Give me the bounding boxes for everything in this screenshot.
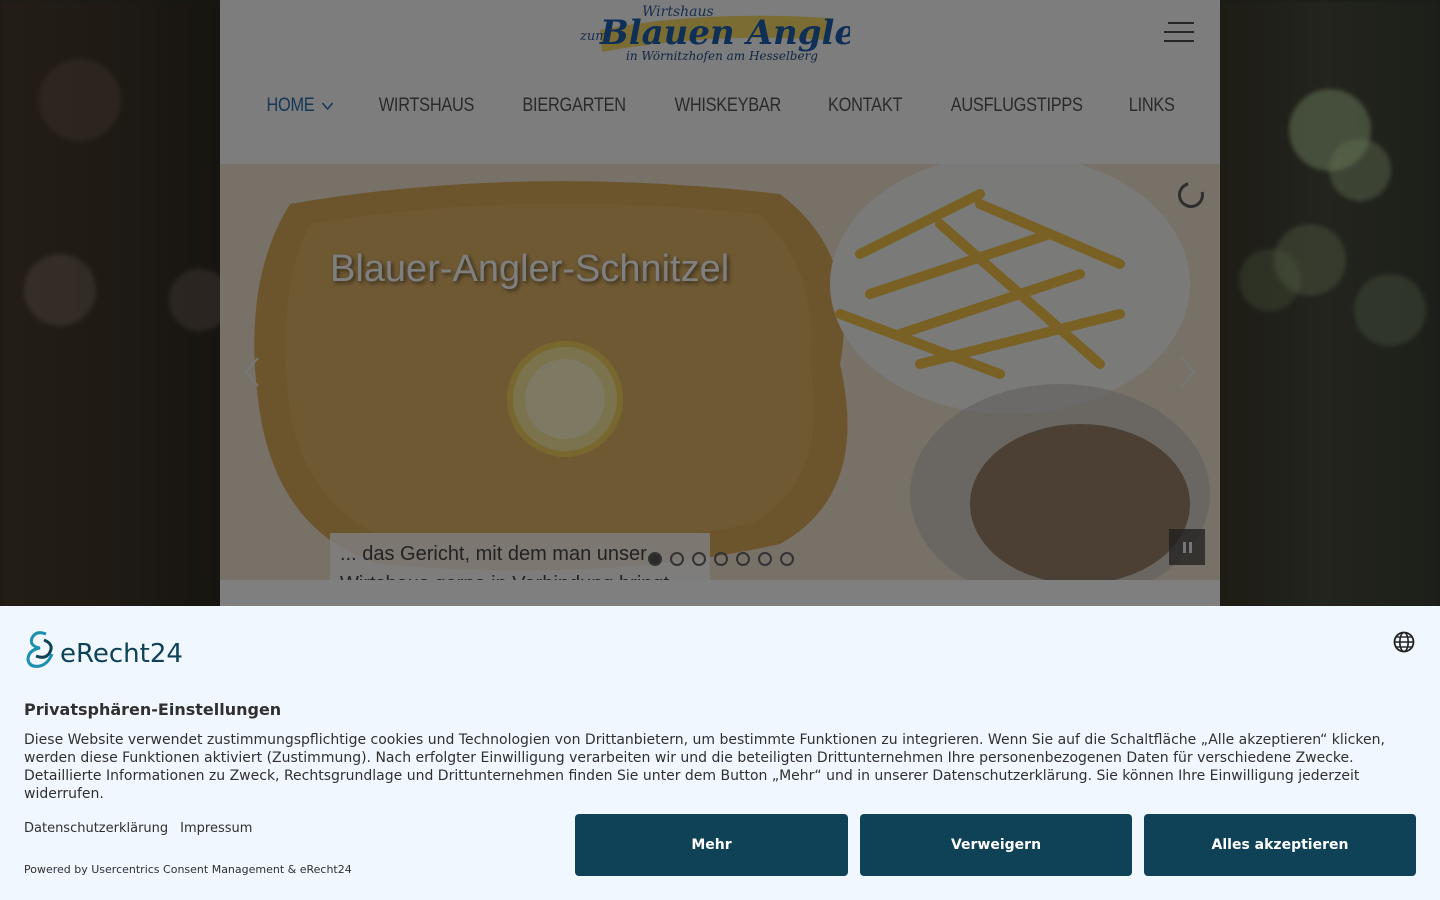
erecht24-mark-icon [26, 631, 54, 668]
erecht24-brand: eRecht24 [60, 639, 183, 669]
consent-links: Datenschutzerklärung Impressum [24, 821, 252, 836]
consent-title: Privatsphären-Einstellungen [24, 700, 282, 719]
accept-all-button[interactable]: Alles akzeptieren [1144, 814, 1416, 876]
imprint-link[interactable]: Impressum [180, 821, 252, 836]
deny-button[interactable]: Verweigern [860, 814, 1132, 876]
privacy-policy-link[interactable]: Datenschutzerklärung [24, 821, 168, 836]
globe-language-icon[interactable] [1392, 630, 1416, 654]
consent-description: Diese Website verwendet zustimmungspflic… [24, 732, 1385, 802]
erecht24-logo: eRecht24 [24, 630, 183, 668]
consent-powered-by: Powered by Usercentrics Consent Manageme… [24, 863, 352, 876]
more-button[interactable]: Mehr [575, 814, 848, 876]
